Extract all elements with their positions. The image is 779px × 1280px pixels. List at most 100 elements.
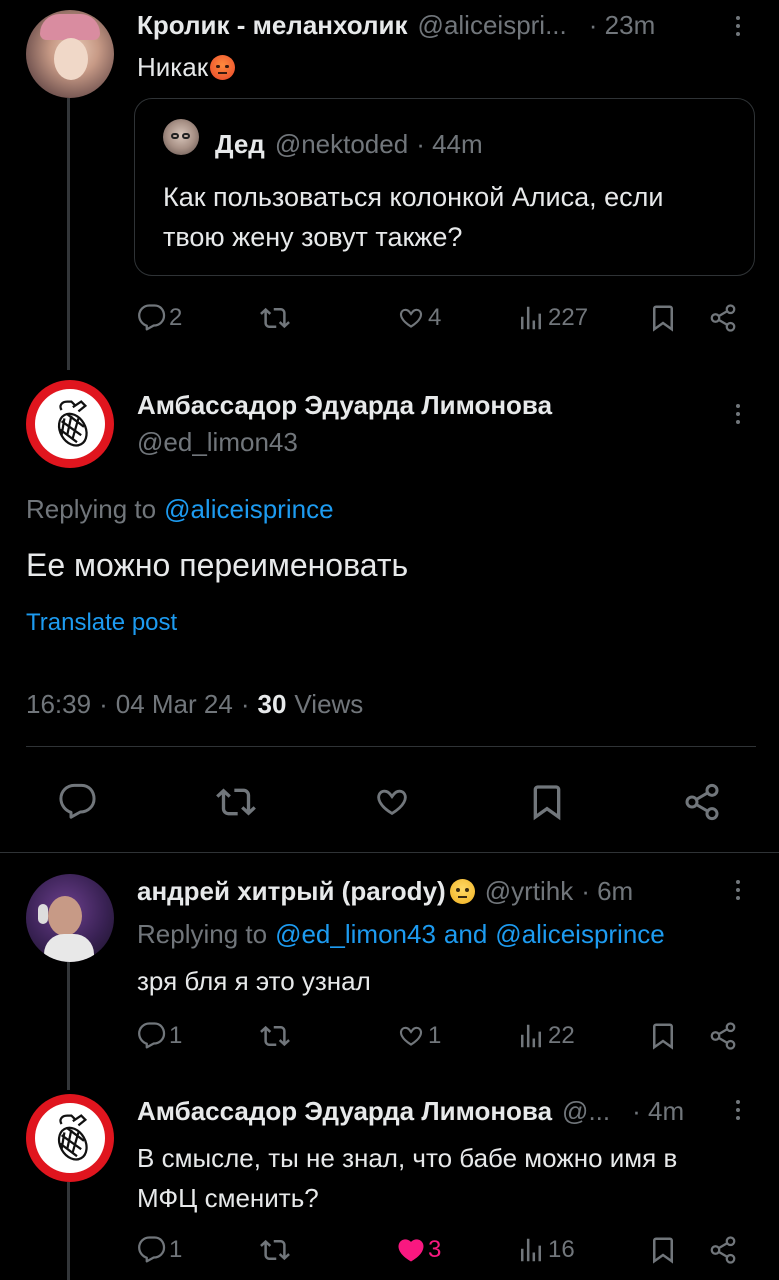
face-with-raised-eyebrow-emoji-icon [449, 879, 475, 904]
repost-button[interactable] [260, 303, 290, 333]
like-button[interactable] [372, 782, 412, 822]
repost-icon [260, 1021, 290, 1051]
bookmark-button[interactable] [648, 303, 678, 333]
divider [0, 852, 779, 853]
reply-count: 2 [169, 304, 183, 331]
reply-icon [137, 1021, 167, 1051]
like-count: 3 [428, 1236, 442, 1263]
author-handle[interactable]: @yrtihk [485, 876, 574, 907]
avatar [163, 119, 199, 155]
post-text-line: В смысле, ты не знал, что бабе можно имя… [137, 1143, 678, 1173]
more-options-icon[interactable] [733, 1100, 743, 1120]
views-count: 16 [548, 1236, 575, 1263]
author-handle[interactable]: @... [562, 1096, 610, 1127]
author-handle[interactable]: @ed_limon43 [137, 427, 552, 458]
like-icon [396, 1021, 426, 1051]
more-options-icon[interactable] [733, 16, 743, 36]
translate-post-link[interactable]: Translate post [26, 609, 177, 637]
grenade-icon [42, 396, 98, 452]
bookmark-icon [648, 1021, 678, 1051]
share-icon [708, 1235, 738, 1265]
replying-to: Replying to @ed_limon43 and @aliceisprin… [137, 919, 665, 950]
author-name[interactable]: Амбассадор Эдуарда Лимонова [137, 390, 552, 421]
views-icon [516, 1021, 546, 1051]
post-text: Никак [137, 52, 236, 83]
share-icon [682, 782, 722, 822]
post-text-line: МФЦ сменить? [137, 1183, 319, 1213]
bookmark-button[interactable] [648, 1021, 678, 1051]
bookmark-icon [648, 1235, 678, 1265]
repost-button[interactable] [216, 782, 256, 822]
author-name[interactable]: Амбассадор Эдуарда Лимонова [137, 1096, 552, 1127]
mention-link[interactable]: @aliceisprince [495, 919, 664, 950]
post-text: Ее можно переименовать [26, 547, 409, 583]
share-button[interactable] [708, 303, 738, 333]
repost-button[interactable] [260, 1021, 290, 1051]
post-header: андрей хитрый (parody) @yrtihk · 6m [137, 876, 633, 907]
post-header: Амбассадор Эдуарда Лимонова @... · 4m [137, 1096, 684, 1127]
mention-link[interactable]: @ed_limon43 [275, 919, 436, 950]
like-filled-icon [396, 1235, 426, 1265]
bookmark-button[interactable] [648, 1235, 678, 1265]
quoted-text-line: твою жену зовут также? [163, 222, 463, 252]
grenade-icon [42, 1110, 98, 1166]
author-handle[interactable]: @aliceispri... [418, 10, 567, 41]
post-meta: 16:39 · 04 Mar 24 · 30 Views [26, 689, 363, 720]
author-name[interactable]: Кролик - меланхолик [137, 10, 408, 41]
like-count: 1 [428, 1022, 442, 1049]
reply-icon [137, 1235, 167, 1265]
quoted-author-handle: @nektoded [274, 129, 409, 159]
views-icon [516, 303, 546, 333]
views-label: Views [294, 689, 364, 719]
avatar[interactable] [26, 380, 114, 468]
share-button[interactable] [708, 1235, 738, 1265]
angry-face-emoji-icon [210, 55, 236, 80]
separator: · [240, 689, 250, 719]
reply-button[interactable]: 1 [137, 1021, 182, 1051]
reply-button[interactable]: 2 [137, 303, 182, 333]
like-count: 4 [428, 304, 442, 331]
like-button[interactable]: 4 [396, 303, 441, 333]
like-button[interactable]: 3 [396, 1235, 441, 1265]
thread-line [67, 1182, 70, 1280]
timestamp[interactable]: · 6m [581, 876, 633, 907]
reply-count: 1 [169, 1022, 183, 1049]
repost-icon [216, 782, 256, 822]
views-button[interactable]: 22 [516, 1021, 575, 1051]
more-options-icon[interactable] [733, 404, 743, 424]
timestamp[interactable]: · 23m [589, 10, 655, 41]
quoted-text-line: Как пользоваться колонкой Алиса, если [163, 182, 664, 212]
views-button[interactable]: 16 [516, 1235, 575, 1265]
replying-to: Replying to @aliceisprince [26, 494, 334, 525]
more-options-icon[interactable] [733, 880, 743, 900]
post-time[interactable]: 16:39 [26, 689, 91, 720]
mention-link[interactable]: @aliceisprince [164, 494, 333, 525]
views-count: 30 [257, 689, 287, 719]
avatar[interactable] [26, 10, 114, 98]
avatar[interactable] [26, 1094, 114, 1182]
reply-button[interactable] [58, 782, 98, 822]
reply-icon [137, 303, 167, 333]
repost-button[interactable] [260, 1235, 290, 1265]
post-header: Кролик - меланхолик @aliceispri... · 23m [137, 10, 655, 41]
like-icon [372, 782, 412, 822]
timestamp[interactable]: · 4m [632, 1096, 684, 1127]
post-text: В смысле, ты не знал, что бабе можно имя… [137, 1138, 677, 1218]
like-icon [396, 303, 426, 333]
quoted-post[interactable]: Дед @nektoded · 44m Как пользоваться кол… [134, 98, 755, 276]
reply-button[interactable]: 1 [137, 1235, 182, 1265]
repost-icon [260, 1235, 290, 1265]
replying-label: Replying to [137, 919, 268, 949]
views-icon [516, 1235, 546, 1265]
separator: · [99, 689, 108, 719]
quoted-timestamp: · 44m [416, 129, 483, 159]
like-button[interactable]: 1 [396, 1021, 441, 1051]
share-button[interactable] [682, 782, 722, 822]
author-name[interactable]: андрей хитрый (parody) [137, 876, 446, 907]
views-button[interactable]: 227 [516, 303, 588, 333]
share-button[interactable] [708, 1021, 738, 1051]
reply-count: 1 [169, 1236, 183, 1263]
bookmark-button[interactable] [527, 782, 567, 822]
avatar[interactable] [26, 874, 114, 962]
post-date[interactable]: 04 Mar 24 [116, 689, 233, 720]
